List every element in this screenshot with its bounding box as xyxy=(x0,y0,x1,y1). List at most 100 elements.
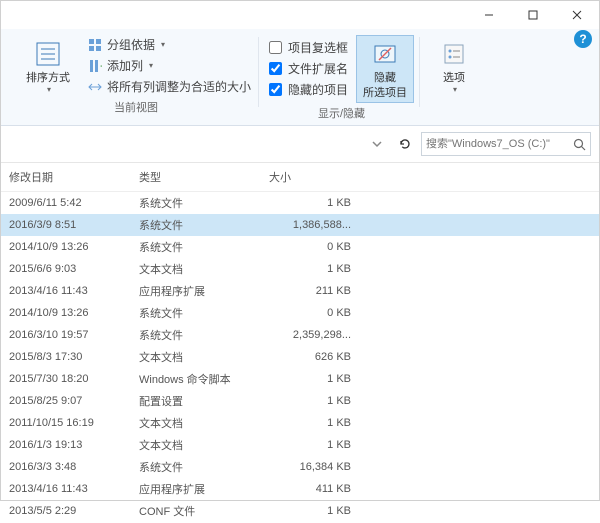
col-size[interactable]: 大小 xyxy=(261,163,371,192)
table-row[interactable]: 2015/8/3 17:30文本文档626 KB xyxy=(1,346,599,368)
chevron-down-icon xyxy=(370,137,384,151)
cell-date: 2014/10/9 13:26 xyxy=(1,302,131,324)
cell-size: 16,384 KB xyxy=(261,456,371,478)
cell-size: 411 KB xyxy=(261,478,371,500)
add-column-label: 添加列 xyxy=(107,57,143,74)
check-hidden-items[interactable]: 隐藏的项目 xyxy=(269,81,348,98)
check-item-boxes-input[interactable] xyxy=(269,41,282,54)
group-sort: 排序方式 ▾ 分组依据 ▾ + 添加列 xyxy=(13,33,259,125)
nav-refresh-button[interactable] xyxy=(393,132,417,156)
file-list[interactable]: 修改日期 类型 大小 2009/6/11 5:42系统文件1 KB2016/3/… xyxy=(1,163,599,523)
cell-date: 2016/3/3 3:48 xyxy=(1,456,131,478)
cell-date: 2015/7/30 18:20 xyxy=(1,368,131,390)
check-file-extensions-label: 文件扩展名 xyxy=(288,60,348,77)
table-row[interactable]: 2013/4/16 11:43应用程序扩展411 KB xyxy=(1,478,599,500)
cell-type: 系统文件 xyxy=(131,302,261,324)
cell-date: 2011/10/15 16:19 xyxy=(1,412,131,434)
table-row[interactable]: 2014/10/9 13:26系统文件0 KB xyxy=(1,236,599,258)
cell-size: 2,359,298... xyxy=(261,324,371,346)
cell-date: 2009/6/11 5:42 xyxy=(1,192,131,215)
cell-size: 1 KB xyxy=(261,500,371,522)
maximize-button[interactable] xyxy=(511,1,555,29)
table-row[interactable]: 2016/3/3 3:48系统文件16,384 KB xyxy=(1,456,599,478)
group-by-button[interactable]: 分组依据 ▾ xyxy=(85,35,253,54)
cell-size: 1 KB xyxy=(261,412,371,434)
cell-date: 2016/3/10 19:57 xyxy=(1,324,131,346)
table-row[interactable]: 2015/7/30 18:20Windows 命令脚本1 KB xyxy=(1,368,599,390)
table-row[interactable]: 2014/10/9 13:26系统文件0 KB xyxy=(1,302,599,324)
cell-size: 626 KB xyxy=(261,346,371,368)
cell-date: 2016/3/9 8:51 xyxy=(1,214,131,236)
maximize-icon xyxy=(528,10,538,20)
hide-selected-icon xyxy=(369,38,401,70)
table-row[interactable]: 2016/3/9 8:51系统文件1,386,588... xyxy=(1,214,599,236)
cell-type: 系统文件 xyxy=(131,324,261,346)
col-type[interactable]: 类型 xyxy=(131,163,261,192)
group-by-label: 分组依据 xyxy=(107,36,155,53)
hide-selected-button[interactable]: 隐藏 所选项目 xyxy=(356,35,414,103)
table-row[interactable]: 2013/5/5 2:29CONF 文件1 KB xyxy=(1,500,599,522)
fit-columns-button[interactable]: 将所有列调整为合适的大小 xyxy=(85,77,253,96)
col-date[interactable]: 修改日期 xyxy=(1,163,131,192)
cell-type: Windows 命令脚本 xyxy=(131,368,261,390)
table-row[interactable]: 2013/4/16 11:43应用程序扩展211 KB xyxy=(1,280,599,302)
options-icon xyxy=(438,38,470,70)
chevron-down-icon: ▾ xyxy=(453,85,457,94)
cell-type: 系统文件 xyxy=(131,456,261,478)
navbar xyxy=(1,126,599,163)
cell-date: 2013/4/16 11:43 xyxy=(1,280,131,302)
window-titlebar xyxy=(1,1,599,29)
cell-type: 文本文档 xyxy=(131,346,261,368)
cell-size: 0 KB xyxy=(261,302,371,324)
options-button[interactable]: 选项 ▾ xyxy=(430,35,478,97)
check-hidden-items-input[interactable] xyxy=(269,83,282,96)
options-label: 选项 xyxy=(443,72,465,85)
table-row[interactable]: 2015/6/6 9:03文本文档1 KB xyxy=(1,258,599,280)
check-hidden-items-label: 隐藏的项目 xyxy=(288,81,348,98)
sort-by-label: 排序方式 xyxy=(26,72,70,85)
add-column-icon: + xyxy=(87,58,103,74)
cell-type: 配置设置 xyxy=(131,390,261,412)
check-file-extensions-input[interactable] xyxy=(269,62,282,75)
group-label-current-view: 当前视图 xyxy=(114,99,158,117)
cell-type: 系统文件 xyxy=(131,236,261,258)
cell-size: 1,386,588... xyxy=(261,214,371,236)
cell-size: 1 KB xyxy=(261,434,371,456)
sort-by-button[interactable]: 排序方式 ▾ xyxy=(19,35,77,97)
search-box[interactable] xyxy=(421,132,591,156)
cell-date: 2013/4/16 11:43 xyxy=(1,478,131,500)
minimize-icon xyxy=(484,10,494,20)
cell-date: 2016/1/3 19:13 xyxy=(1,434,131,456)
chevron-down-icon: ▾ xyxy=(47,85,51,94)
search-input[interactable] xyxy=(426,138,573,150)
check-file-extensions[interactable]: 文件扩展名 xyxy=(269,60,348,77)
cell-date: 2015/8/3 17:30 xyxy=(1,346,131,368)
check-item-boxes-label: 项目复选框 xyxy=(288,39,348,56)
cell-date: 2015/6/6 9:03 xyxy=(1,258,131,280)
search-icon xyxy=(573,138,586,151)
help-button[interactable]: ? xyxy=(574,30,592,48)
group-options: 选项 ▾ xyxy=(424,33,484,125)
group-showhide: 项目复选框 文件扩展名 隐藏的项目 隐藏 所 xyxy=(263,33,420,125)
table-row[interactable]: 2016/3/10 19:57系统文件2,359,298... xyxy=(1,324,599,346)
file-table: 修改日期 类型 大小 2009/6/11 5:42系统文件1 KB2016/3/… xyxy=(1,163,599,523)
help-icon: ? xyxy=(574,30,592,48)
add-column-button[interactable]: + 添加列 ▾ xyxy=(85,56,253,75)
check-item-boxes[interactable]: 项目复选框 xyxy=(269,39,348,56)
table-row[interactable]: 2011/10/15 16:19文本文档1 KB xyxy=(1,412,599,434)
fit-columns-label: 将所有列调整为合适的大小 xyxy=(107,78,251,95)
hide-selected-label1: 隐藏 xyxy=(374,72,396,85)
cell-size: 1 KB xyxy=(261,192,371,215)
cell-date: 2014/10/9 13:26 xyxy=(1,236,131,258)
nav-history-button[interactable] xyxy=(365,132,389,156)
cell-type: 应用程序扩展 xyxy=(131,478,261,500)
cell-size: 1 KB xyxy=(261,390,371,412)
close-button[interactable] xyxy=(555,1,599,29)
svg-text:+: + xyxy=(100,59,102,73)
table-row[interactable]: 2015/8/25 9:07配置设置1 KB xyxy=(1,390,599,412)
table-row[interactable]: 2009/6/11 5:42系统文件1 KB xyxy=(1,192,599,215)
minimize-button[interactable] xyxy=(467,1,511,29)
cell-type: 系统文件 xyxy=(131,192,261,215)
sort-icon xyxy=(32,38,64,70)
table-row[interactable]: 2016/1/3 19:13文本文档1 KB xyxy=(1,434,599,456)
